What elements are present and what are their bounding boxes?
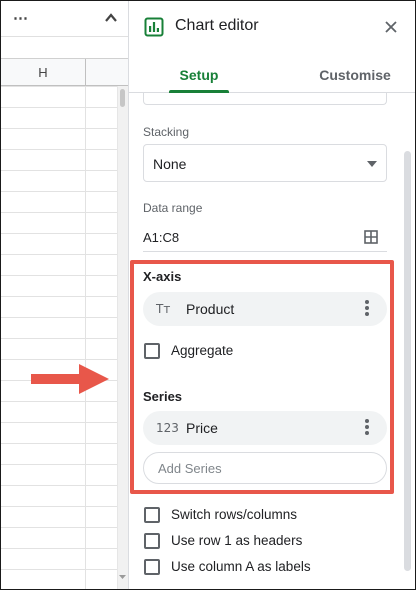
chart-type-select[interactable]: ⊞ bbox=[143, 93, 387, 105]
use-row-headers-label: Use row 1 as headers bbox=[171, 533, 303, 548]
use-row-headers-checkbox[interactable] bbox=[144, 533, 160, 549]
chart-type-icon: ⊞ bbox=[150, 93, 158, 94]
sheet-toolbar: ⋯ bbox=[1, 1, 128, 37]
use-column-labels-label: Use column A as labels bbox=[171, 559, 311, 574]
cell-grid[interactable] bbox=[1, 86, 117, 589]
scroll-down-icon[interactable] bbox=[118, 573, 127, 581]
panel-header: Chart editor bbox=[129, 1, 415, 53]
panel-title: Chart editor bbox=[175, 17, 259, 34]
data-range-input[interactable]: A1:C8 bbox=[143, 230, 179, 245]
screenshot-frame: ⋯ H Chart editor Setup Customise Stackin… bbox=[0, 0, 416, 590]
column-header-h[interactable]: H bbox=[1, 59, 128, 86]
editor-tabs: Setup Customise bbox=[129, 53, 415, 93]
use-column-labels-checkbox[interactable] bbox=[144, 559, 160, 575]
column-divider bbox=[85, 59, 86, 86]
switch-rows-columns-row[interactable]: Switch rows/columns bbox=[143, 506, 383, 526]
close-icon[interactable] bbox=[383, 19, 399, 35]
dropdown-arrow-icon bbox=[367, 161, 377, 167]
highlight-box bbox=[130, 260, 394, 494]
grid-icon[interactable] bbox=[364, 230, 378, 244]
switch-rows-columns-label: Switch rows/columns bbox=[171, 507, 298, 522]
more-options-icon[interactable]: ⋯ bbox=[13, 9, 28, 27]
chevron-up-icon[interactable] bbox=[104, 11, 118, 25]
use-row-headers-row[interactable]: Use row 1 as headers bbox=[143, 532, 383, 552]
stacking-value: None bbox=[153, 156, 187, 172]
red-arrow-icon bbox=[31, 364, 109, 394]
chart-icon bbox=[144, 17, 164, 37]
formula-bar[interactable] bbox=[1, 37, 128, 59]
switch-rows-columns-checkbox[interactable] bbox=[144, 507, 160, 523]
data-range-label: Data range bbox=[143, 201, 203, 215]
tab-customise[interactable]: Customise bbox=[305, 67, 405, 83]
stacking-select[interactable]: None bbox=[143, 144, 387, 182]
data-range-underline bbox=[143, 251, 387, 252]
column-header-label: H bbox=[38, 65, 48, 80]
stacking-label: Stacking bbox=[143, 125, 190, 139]
panel-scrollbar-thumb[interactable] bbox=[404, 151, 411, 571]
sheet-scrollbar-thumb[interactable] bbox=[120, 89, 125, 107]
sheet-scrollbar[interactable] bbox=[117, 86, 128, 589]
tab-setup[interactable]: Setup bbox=[169, 67, 229, 83]
spreadsheet-area: ⋯ H bbox=[1, 1, 128, 589]
use-column-labels-row[interactable]: Use column A as labels bbox=[143, 558, 383, 578]
